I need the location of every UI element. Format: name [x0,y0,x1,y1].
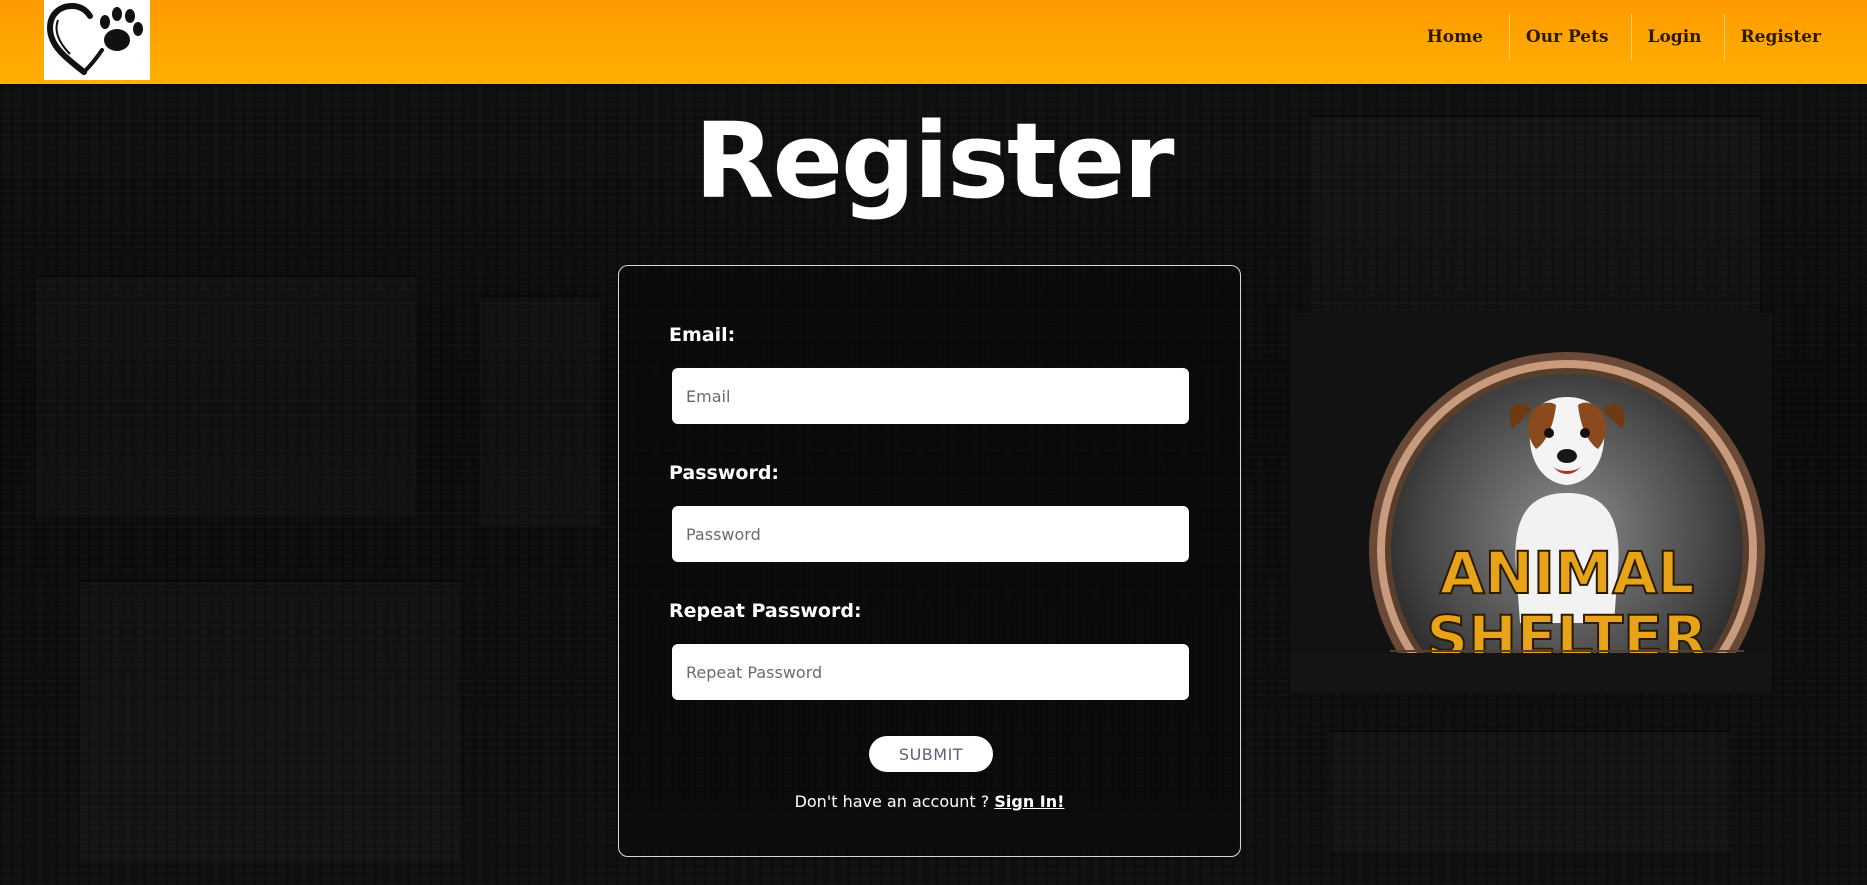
shelter-line-1: ANIMAL [1440,539,1695,607]
page-background: Home Our Pets Login Register Register Em… [0,0,1867,885]
background-texture [36,275,416,517]
nav-our-pets-link[interactable]: Our Pets [1510,14,1632,60]
heart-paw-logo-icon [46,2,143,75]
repeat-password-input[interactable] [672,644,1189,700]
email-input[interactable] [672,368,1189,424]
password-input[interactable] [672,506,1189,562]
page-title: Register [694,100,1174,222]
email-label: Email: [669,324,736,346]
navbar: Home Our Pets Login Register [0,0,1867,84]
repeat-password-label: Repeat Password: [669,600,862,622]
register-form-card: Email: Password: Repeat Password: SUBMIT… [618,265,1241,857]
background-texture [480,295,600,527]
nav-home-link[interactable]: Home [1411,14,1510,60]
animal-shelter-image: ANIMAL SHELTER [1290,313,1772,693]
nav-register-link[interactable]: Register [1725,14,1843,60]
background-texture [80,580,460,862]
password-label: Password: [669,462,780,484]
account-prompt-text: Don't have an account ? [794,792,995,811]
background-texture [1330,730,1730,852]
logo[interactable] [44,0,150,80]
main-nav: Home Our Pets Login Register [1411,14,1843,60]
submit-button[interactable]: SUBMIT [869,736,993,772]
signin-prompt: Don't have an account ? Sign In! [619,792,1240,811]
nav-login-link[interactable]: Login [1632,14,1725,60]
animal-shelter-badge: ANIMAL SHELTER [1290,313,1772,693]
signin-link[interactable]: Sign In! [994,792,1064,811]
